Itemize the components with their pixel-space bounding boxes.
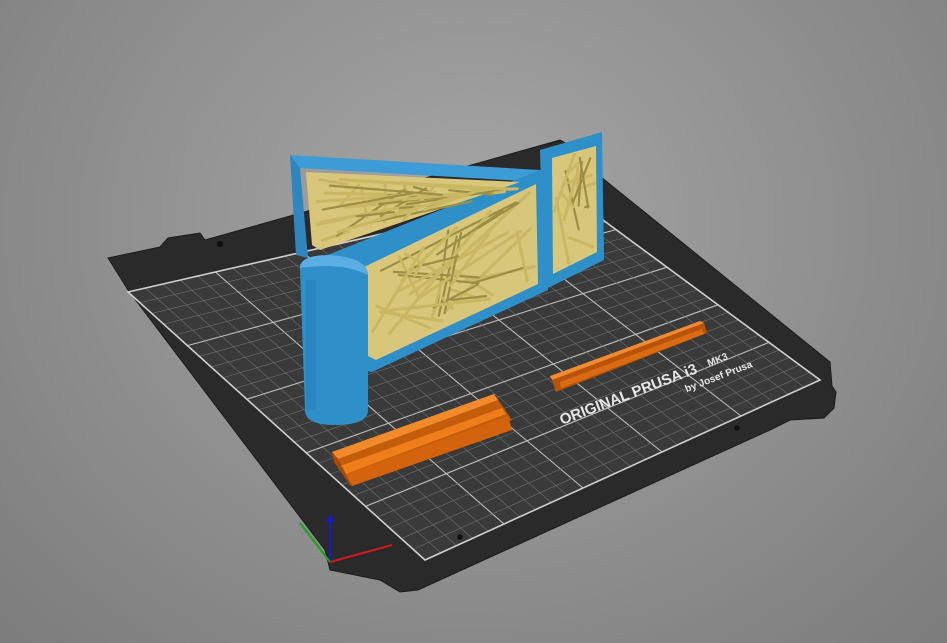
bed-hole — [216, 240, 224, 248]
support-strut — [323, 191, 388, 196]
bed-hole — [457, 534, 463, 540]
3d-viewport[interactable]: ORIGINAL PRUSA i3 MK3 by Josef Prusa — [0, 0, 947, 643]
bed-hole — [734, 425, 740, 431]
scene-canvas[interactable]: ORIGINAL PRUSA i3 MK3 by Josef Prusa — [0, 0, 947, 643]
